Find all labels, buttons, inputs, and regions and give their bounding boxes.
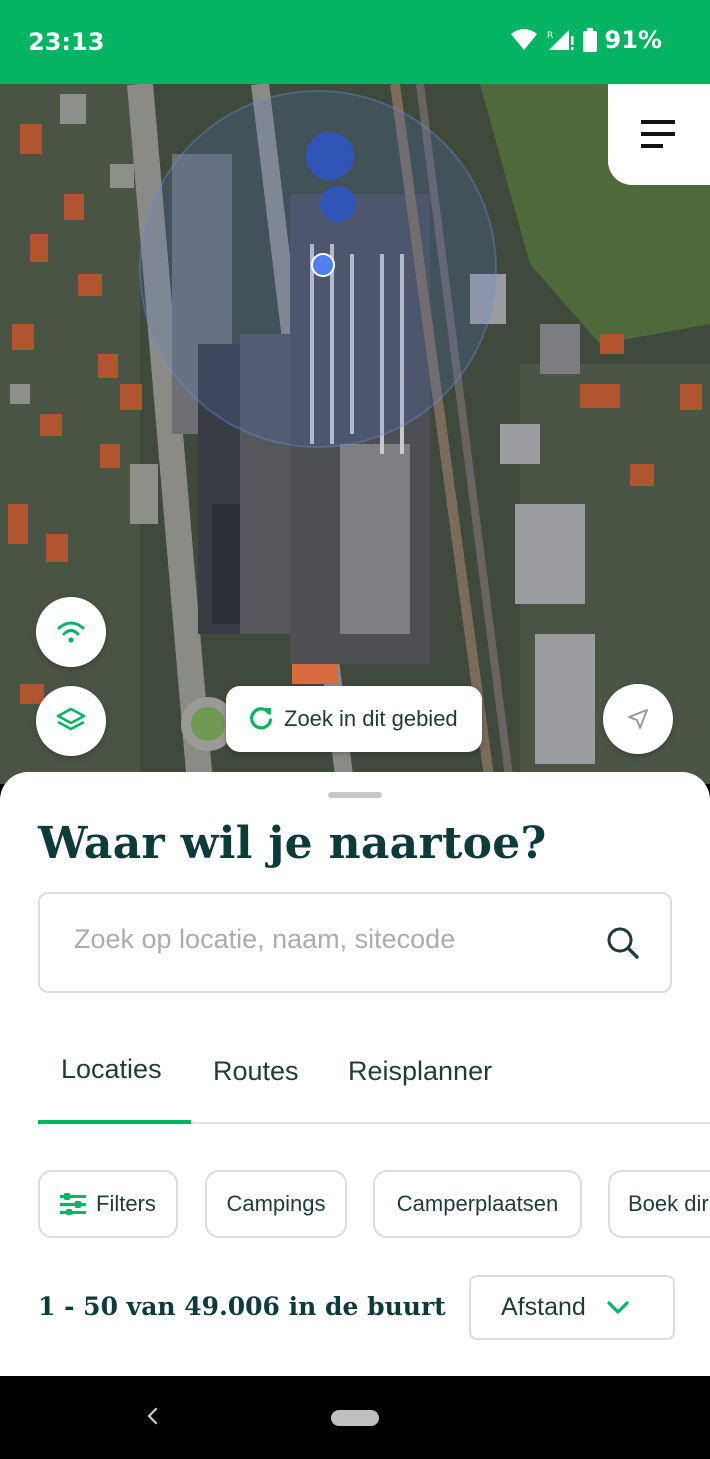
locate-me-button[interactable]	[603, 684, 673, 754]
sort-dropdown[interactable]: Afstand	[469, 1275, 675, 1340]
tab-reisplanner[interactable]: Reisplanner	[348, 1056, 492, 1087]
tab-bar: Locaties Routes Reisplanner	[38, 1042, 710, 1124]
back-icon[interactable]	[144, 1406, 160, 1426]
drag-handle[interactable]	[328, 792, 382, 798]
battery-percentage: 91%	[604, 26, 662, 54]
boek-direct-chip-label: Boek dir	[628, 1191, 709, 1216]
menu-icon	[641, 119, 675, 148]
layers-icon	[56, 707, 86, 731]
home-pill[interactable]	[331, 1410, 379, 1426]
campings-chip[interactable]: Campings	[205, 1170, 347, 1238]
signal-icon: R	[547, 30, 574, 50]
search-icon[interactable]	[606, 926, 640, 960]
system-nav-bar	[0, 1376, 710, 1459]
camperplaatsen-chip-label: Camperplaatsen	[396, 1191, 559, 1216]
filters-chip-label: Filters	[96, 1191, 156, 1216]
results-count: 1 - 50 van 49.006 in de buurt	[38, 1292, 446, 1321]
campings-chip-label: Campings	[226, 1191, 326, 1216]
current-location-dot	[311, 253, 335, 277]
status-icons: R 91%	[510, 26, 662, 54]
tab-routes[interactable]: Routes	[213, 1056, 299, 1087]
status-bar: 23:13 R 91%	[0, 0, 710, 84]
camperplaatsen-chip[interactable]: Camperplaatsen	[373, 1170, 582, 1238]
svg-text:R: R	[547, 31, 553, 41]
search-box[interactable]	[38, 892, 672, 993]
menu-button[interactable]	[608, 84, 710, 185]
refresh-icon	[250, 707, 273, 730]
search-input[interactable]	[74, 924, 594, 955]
filters-chip[interactable]: Filters	[38, 1170, 178, 1238]
bottom-sheet: Waar wil je naartoe? Locaties Routes Rei…	[0, 772, 710, 1376]
filter-sliders-icon	[60, 1193, 86, 1215]
wifi-filter-button[interactable]	[36, 597, 106, 667]
status-time: 23:13	[28, 28, 105, 56]
map-layers-button[interactable]	[36, 686, 106, 756]
sort-selected-value: Afstand	[501, 1293, 586, 1321]
chevron-down-icon	[607, 1300, 629, 1314]
sheet-title: Waar wil je naartoe?	[38, 818, 547, 869]
active-tab-indicator	[38, 1120, 191, 1124]
navigation-arrow-icon	[628, 709, 648, 729]
wifi-icon	[57, 621, 85, 643]
boek-direct-chip[interactable]: Boek dir	[608, 1170, 710, 1238]
search-this-area-label: Zoek in dit gebied	[284, 706, 458, 731]
wifi-signal-icon	[510, 29, 537, 50]
search-this-area-button[interactable]: Zoek in dit gebied	[226, 686, 482, 752]
tab-locaties[interactable]: Locaties	[61, 1054, 162, 1085]
battery-icon	[582, 28, 597, 52]
map-view[interactable]	[0, 84, 710, 784]
satellite-map[interactable]	[0, 84, 710, 784]
